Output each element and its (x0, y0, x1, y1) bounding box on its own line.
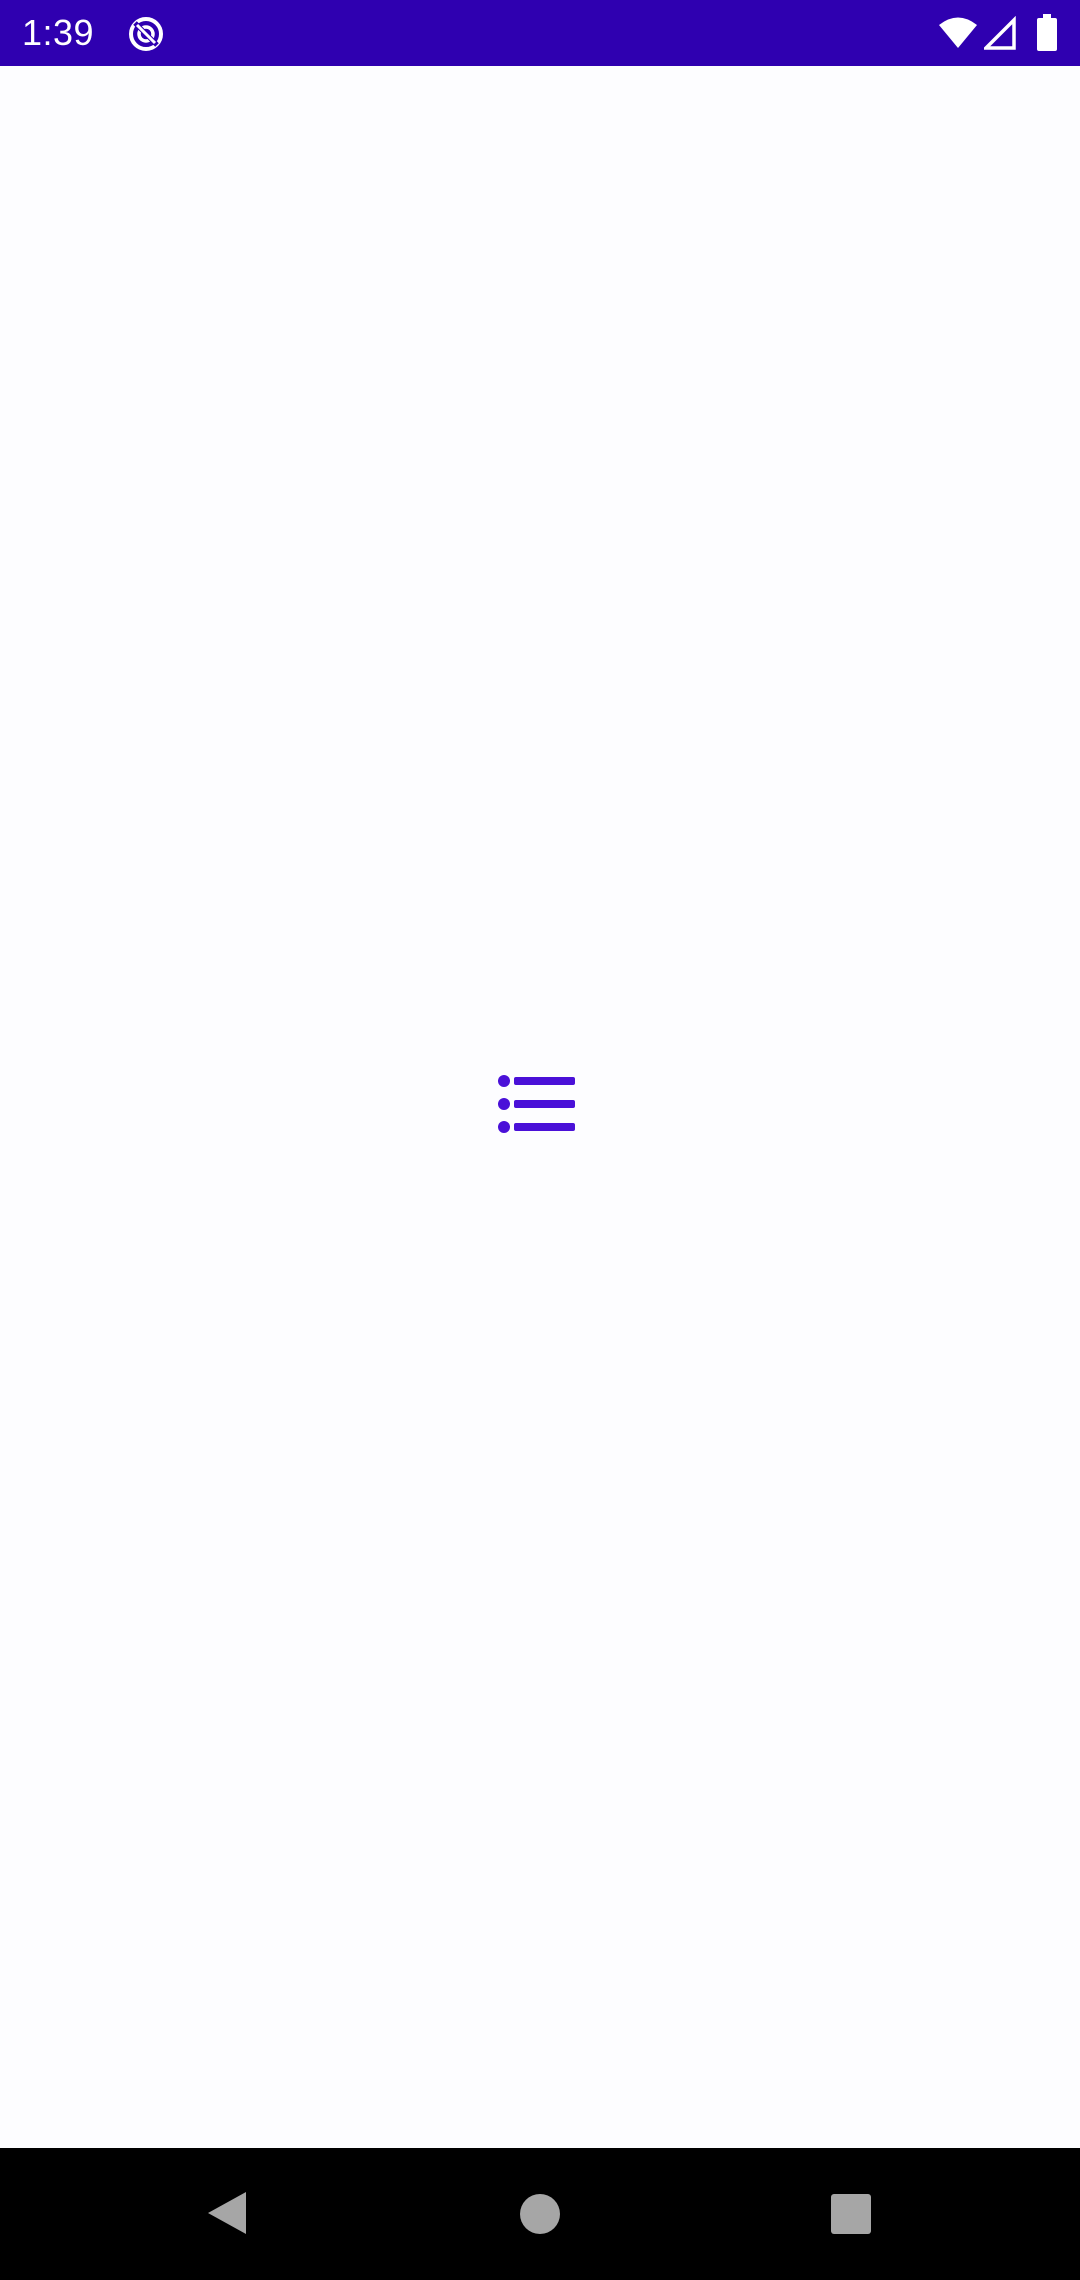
status-bar: 1:39 (0, 0, 1080, 66)
status-time: 1:39 (22, 12, 95, 53)
cell-signal-icon (984, 16, 1016, 50)
back-icon[interactable] (204, 2190, 248, 2236)
app-screen: 1:39 (0, 0, 1080, 2280)
sync-circle-icon (129, 17, 163, 51)
navigation-bar (0, 2148, 1080, 2280)
splash-content (0, 66, 1080, 2148)
recents-icon[interactable] (830, 2193, 872, 2235)
battery-icon (1037, 14, 1057, 51)
list-icon (498, 1075, 575, 1133)
wifi-icon (939, 17, 977, 48)
home-icon[interactable] (518, 2192, 562, 2236)
